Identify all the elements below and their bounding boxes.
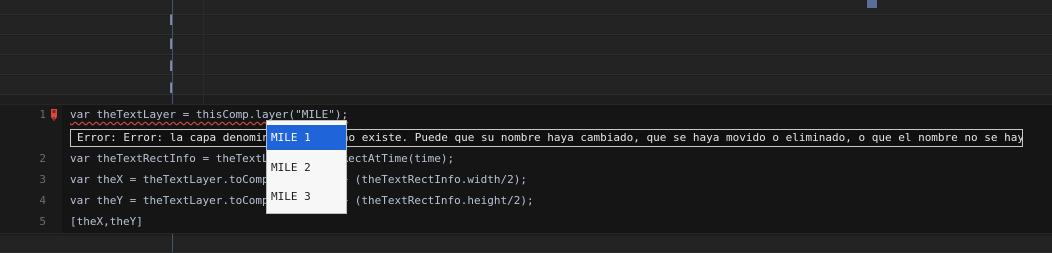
- autocomplete-item[interactable]: MILE 2: [267, 155, 346, 180]
- text-cursor-icon: I: [169, 59, 174, 75]
- code-line[interactable]: 3 var theX = theTextLayer.toComp([0,0])[…: [0, 170, 1052, 190]
- code-text[interactable]: [theX,theY]: [70, 212, 143, 232]
- code-line[interactable]: 5 [theX,theY]: [0, 212, 1052, 232]
- autocomplete-item[interactable]: MILE 1: [267, 125, 346, 150]
- layer-track: [0, 36, 1052, 55]
- line-number: 4: [39, 194, 46, 207]
- code-line[interactable]: 2 var theTextRectInfo = theTextLayer.sou…: [0, 149, 1052, 169]
- code-line[interactable]: 4 var theY = theTextLayer.toComp([0,0])[…: [0, 191, 1052, 211]
- autocomplete-dropdown[interactable]: MILE 1 MILE 2 MILE 3: [266, 120, 347, 214]
- layer-track: [0, 56, 1052, 75]
- line-number: 1: [39, 108, 46, 121]
- expression-editor[interactable]: 1 var theTextLayer = thisComp.layer("MIL…: [0, 104, 1052, 234]
- panel-divider: [203, 0, 204, 104]
- text-cursor-icon: I: [169, 37, 174, 53]
- text-cursor-icon: I: [169, 81, 174, 97]
- layer-track: [0, 236, 1052, 253]
- work-area-marker[interactable]: [867, 0, 877, 8]
- error-marker-icon[interactable]: [49, 108, 59, 122]
- line-number: 2: [39, 152, 46, 165]
- layer-track: [0, 16, 1052, 35]
- layer-track: [0, 0, 1052, 15]
- autocomplete-item[interactable]: MILE 3: [267, 184, 346, 209]
- text-cursor-icon: I: [169, 13, 174, 29]
- error-tooltip: Error: Error: la capa denominada 'MILE' …: [70, 129, 1023, 147]
- code-text[interactable]: var theTextRectInfo = theTextLayer.sourc…: [70, 149, 454, 169]
- code-line[interactable]: 1 var theTextLayer = thisComp.layer("MIL…: [0, 105, 1052, 125]
- line-number: 3: [39, 173, 46, 186]
- line-number: 5: [39, 215, 46, 228]
- layer-track: [0, 76, 1052, 95]
